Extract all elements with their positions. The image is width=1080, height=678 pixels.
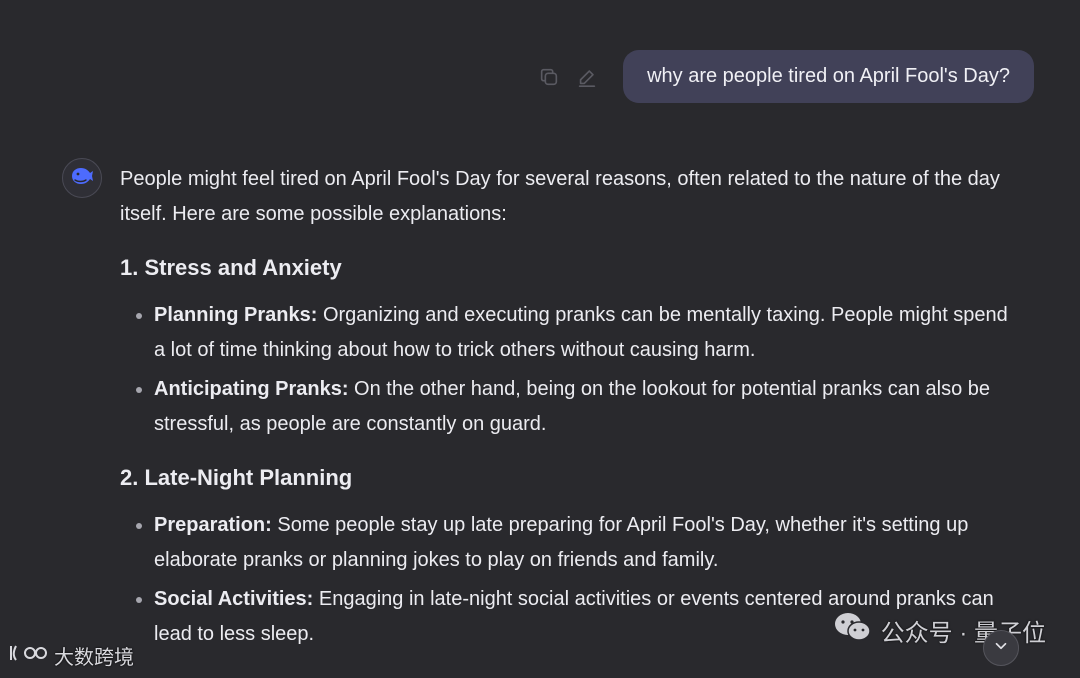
list-item: Anticipating Pranks: On the other hand, … bbox=[154, 372, 1020, 442]
copy-icon[interactable] bbox=[537, 65, 561, 89]
chevron-down-icon bbox=[992, 637, 1010, 660]
list-item-term: Preparation: bbox=[154, 514, 272, 536]
watermark-left-text: 大数跨境 bbox=[54, 647, 134, 669]
list-item-text: Some people stay up late preparing for A… bbox=[154, 514, 969, 571]
assistant-response: People might feel tired on April Fool's … bbox=[120, 162, 1020, 656]
watermark-right-text: 公众号 · 量子位 bbox=[880, 620, 1046, 647]
assistant-avatar bbox=[62, 158, 102, 198]
message-actions bbox=[537, 65, 599, 89]
list-item: Planning Pranks: Organizing and executin… bbox=[154, 298, 1020, 368]
user-message-text: why are people tired on April Fool's Day… bbox=[647, 65, 1010, 87]
list-item: Preparation: Some people stay up late pr… bbox=[154, 508, 1020, 578]
list-item-term: Planning Pranks: bbox=[154, 304, 318, 326]
user-message-row: why are people tired on April Fool's Day… bbox=[537, 50, 1034, 103]
section-heading: 1. Stress and Anxiety bbox=[120, 255, 342, 280]
bullet-list: Planning Pranks: Organizing and executin… bbox=[120, 298, 1020, 442]
edit-icon[interactable] bbox=[575, 65, 599, 89]
list-item-term: Anticipating Pranks: bbox=[154, 378, 349, 400]
response-intro: People might feel tired on April Fool's … bbox=[120, 168, 1000, 225]
user-message-bubble: why are people tired on April Fool's Day… bbox=[623, 50, 1034, 103]
whale-logo-icon bbox=[69, 165, 95, 192]
section-heading: 2. Late-Night Planning bbox=[120, 465, 353, 490]
watermark-logo-icon bbox=[8, 642, 48, 670]
watermark-left: 大数跨境 bbox=[8, 641, 134, 670]
wechat-icon bbox=[833, 611, 873, 650]
list-item-term: Social Activities: bbox=[154, 588, 314, 610]
scroll-down-button[interactable] bbox=[983, 630, 1019, 666]
